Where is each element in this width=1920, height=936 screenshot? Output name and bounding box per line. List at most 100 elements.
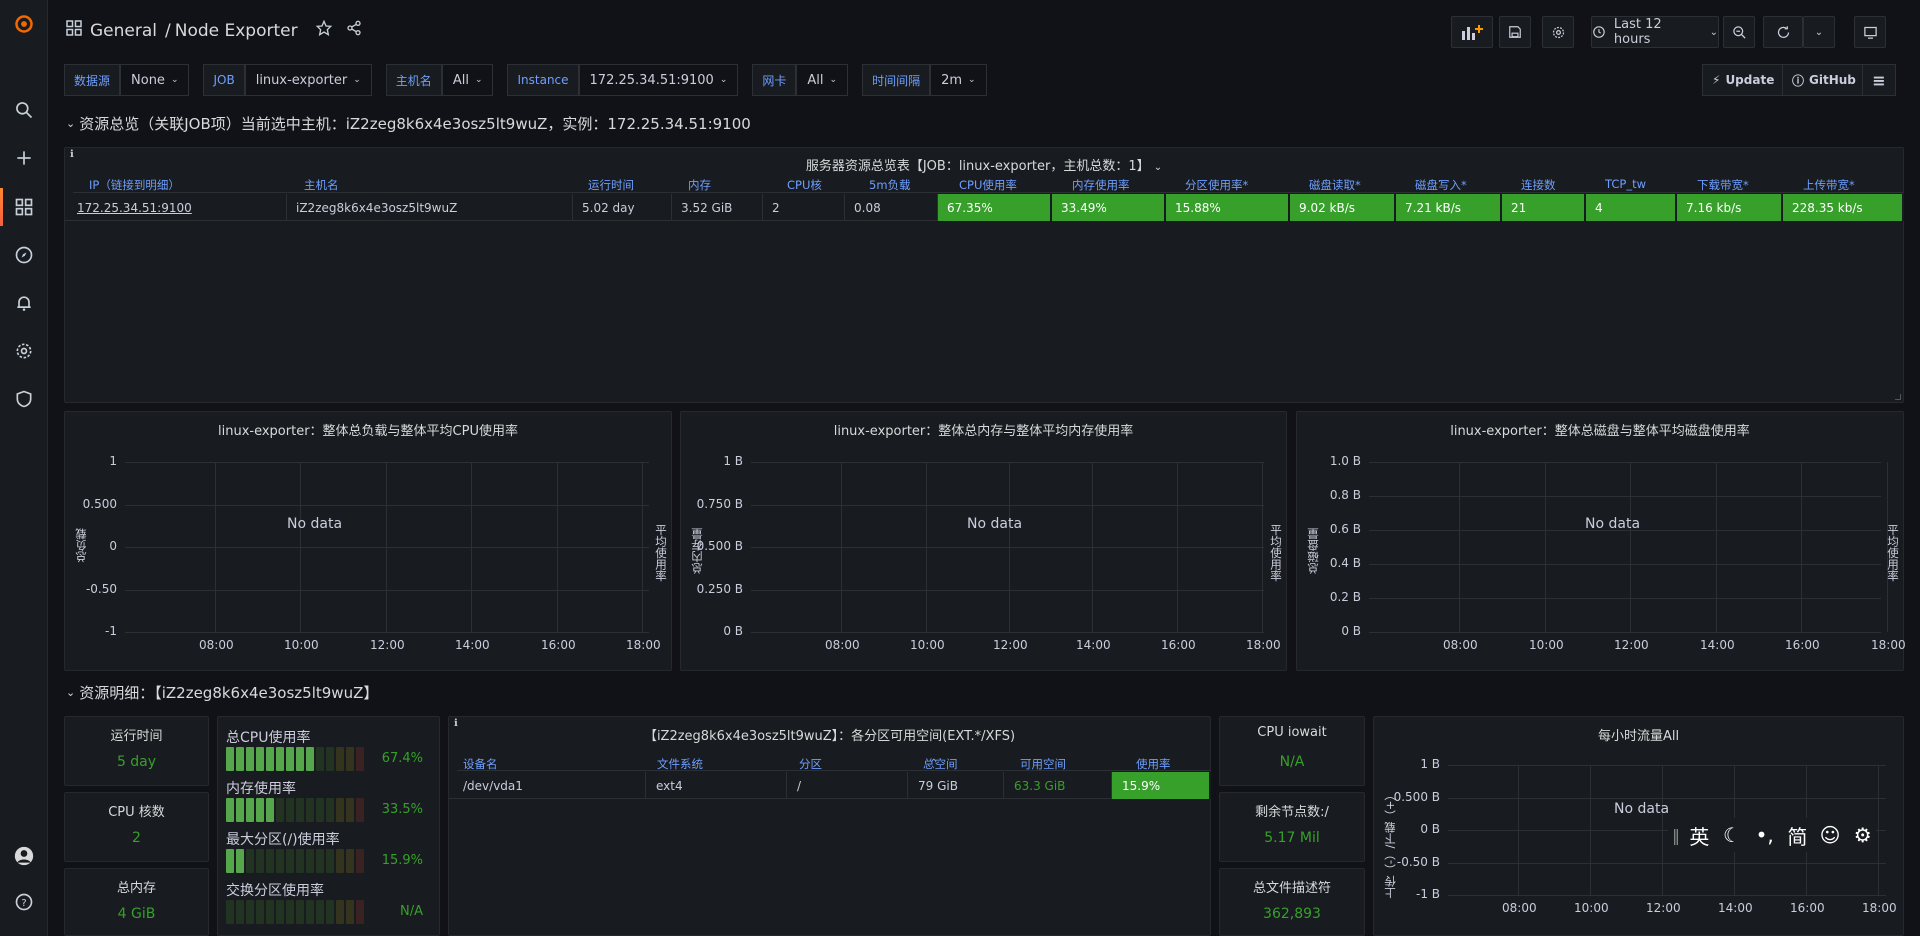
ime-simplified-button[interactable]: 简 bbox=[1784, 821, 1811, 850]
y-tick-label: 0.2 B bbox=[1329, 590, 1361, 604]
column-header[interactable]: 连接数 bbox=[1521, 177, 1556, 193]
breadcrumb-folder[interactable]: General bbox=[90, 21, 157, 41]
panel-title[interactable]: linux-exporter：整体总负载与整体平均CPU使用率 bbox=[65, 420, 671, 439]
row-detail-header[interactable]: ⌄ 资源明细：【iZ2zeg8k6x4e3osz5lt9wuZ】 bbox=[66, 682, 378, 703]
graph-panel: linux-exporter：整体总内存与整体平均内存使用率 1 B 0.750 B… bbox=[680, 411, 1287, 671]
chevron-down-icon: ⌄ bbox=[474, 75, 483, 85]
cell-text: 67.35% bbox=[947, 200, 993, 215]
grid-line bbox=[1009, 462, 1010, 632]
save-button[interactable] bbox=[1499, 16, 1531, 48]
stat-value: 5.17 Mil bbox=[1264, 830, 1320, 846]
bar-gauge-cells bbox=[226, 747, 364, 771]
x-tick-label: 08:00 bbox=[825, 638, 860, 652]
row-overview-header[interactable]: ⌄ 资源总览（关联JOB项）当前选中主机：iZ2zeg8k6x4e3osz5lt… bbox=[66, 113, 751, 134]
star-icon[interactable] bbox=[315, 19, 332, 41]
grafana-logo-icon[interactable] bbox=[12, 12, 36, 36]
column-header[interactable]: TCP_tw bbox=[1605, 177, 1646, 191]
ime-lang-button[interactable]: 英 bbox=[1686, 821, 1713, 850]
plus-icon[interactable] bbox=[12, 146, 36, 170]
refresh-button[interactable] bbox=[1763, 16, 1803, 48]
table-cell: 2 bbox=[763, 194, 845, 221]
grid-line bbox=[751, 505, 1264, 506]
column-header[interactable]: CPU使用率 bbox=[959, 177, 1017, 193]
grid-line bbox=[1459, 462, 1460, 632]
column-header-text: 分区 bbox=[799, 757, 822, 771]
column-header[interactable]: 磁盘读取* bbox=[1309, 177, 1361, 193]
column-header[interactable]: 磁盘写入* bbox=[1415, 177, 1467, 193]
dashboard-title[interactable]: Node Exporter bbox=[175, 21, 298, 41]
var-select-interval[interactable]: 2m ⌄ bbox=[930, 64, 987, 96]
column-header[interactable]: 分区使用率* bbox=[1185, 177, 1248, 193]
bar-gauge-cell bbox=[266, 747, 274, 771]
refresh-interval-dropdown[interactable]: ⌄ bbox=[1803, 16, 1835, 48]
column-header[interactable]: IP（链接到明细） bbox=[89, 177, 180, 193]
var-select-nic[interactable]: All ⌄ bbox=[796, 64, 849, 96]
avatar[interactable] bbox=[12, 844, 36, 868]
grid-line bbox=[1448, 895, 1886, 896]
update-link[interactable]: ⚡ Update bbox=[1702, 64, 1785, 96]
panel-title[interactable]: 每小时流量All bbox=[1374, 725, 1903, 744]
var-select-job[interactable]: linux-exporter ⌄ bbox=[244, 64, 372, 96]
bar-gauge-label: 交换分区使用率 bbox=[226, 883, 324, 899]
graph-plot-area[interactable] bbox=[1369, 462, 1888, 633]
var-select-instance[interactable]: 172.25.34.51:9100 ⌄ bbox=[578, 64, 739, 96]
bar-gauge-cell bbox=[226, 849, 234, 873]
y-tick-label: 0.750 B bbox=[696, 497, 743, 511]
panel-title[interactable]: 【iZ2zeg8k6x4e3osz5lt9wuZ】：各分区可用空间(EXT.*/… bbox=[449, 725, 1210, 744]
dashboards-icon[interactable] bbox=[12, 195, 36, 219]
graph-plot-area[interactable] bbox=[751, 462, 1264, 633]
moon-icon[interactable]: ☾ bbox=[1719, 823, 1746, 847]
cell-text: 15.88% bbox=[1175, 200, 1221, 215]
bar-gauge-cell bbox=[236, 798, 244, 822]
column-header-text: 文件系统 bbox=[657, 757, 703, 771]
help-icon[interactable]: ? bbox=[12, 890, 36, 914]
tv-mode-button[interactable] bbox=[1854, 16, 1886, 48]
emoji-icon[interactable]: ☺ bbox=[1817, 823, 1844, 847]
shield-icon[interactable] bbox=[12, 387, 36, 411]
column-header[interactable]: 主机名 bbox=[304, 177, 339, 193]
zoom-out-button[interactable] bbox=[1723, 16, 1755, 48]
resize-handle-icon[interactable] bbox=[1895, 394, 1901, 400]
breadcrumb-separator: / bbox=[165, 20, 171, 41]
no-data-label: No data bbox=[287, 516, 343, 532]
var-select-hostname[interactable]: All ⌄ bbox=[441, 64, 494, 96]
compass-icon[interactable] bbox=[12, 243, 36, 267]
column-header[interactable]: 运行时间 bbox=[588, 177, 634, 193]
ip-link[interactable]: 172.25.34.51:9100 bbox=[65, 194, 287, 221]
chevron-down-icon: ⌄ bbox=[1709, 26, 1718, 38]
share-icon[interactable] bbox=[346, 20, 362, 41]
settings-button[interactable] bbox=[1542, 16, 1574, 48]
column-header[interactable]: 下载带宽* bbox=[1697, 177, 1749, 193]
menu-button[interactable]: ≡ bbox=[1862, 64, 1896, 96]
y-tick-label: -0.50 B bbox=[1396, 855, 1440, 869]
add-panel-button[interactable] bbox=[1451, 16, 1493, 48]
time-picker[interactable]: Last 12 hours ⌄ bbox=[1591, 16, 1719, 48]
graph-plot-area[interactable] bbox=[125, 462, 649, 633]
column-header[interactable]: 内存使用率 bbox=[1072, 177, 1130, 193]
bell-icon[interactable] bbox=[12, 291, 36, 315]
bar-gauge-cell bbox=[326, 747, 334, 771]
grid-line bbox=[751, 547, 1264, 548]
search-icon[interactable] bbox=[12, 98, 36, 122]
y-axis-right-title: 平均使用率 bbox=[1886, 524, 1900, 582]
grid-line bbox=[751, 462, 1264, 463]
settings-icon[interactable]: ⚙ bbox=[1849, 823, 1876, 847]
cell-text: 79 GiB bbox=[918, 778, 958, 793]
column-header[interactable]: 内存 bbox=[688, 177, 711, 193]
y-tick-label: 0 bbox=[109, 539, 117, 553]
panel-title[interactable]: linux-exporter：整体总内存与整体平均内存使用率 bbox=[681, 420, 1286, 439]
gear-icon[interactable] bbox=[12, 339, 36, 363]
cell-text: 21 bbox=[1511, 200, 1527, 215]
x-tick-label: 12:00 bbox=[1646, 901, 1681, 915]
panel-title[interactable]: linux-exporter：整体总磁盘与整体平均磁盘使用率 bbox=[1297, 420, 1903, 439]
var-select-datasource[interactable]: None ⌄ bbox=[120, 64, 190, 96]
column-header[interactable]: 上传带宽* bbox=[1803, 177, 1855, 193]
panel-title[interactable]: 服务器资源总览表【JOB：linux-exporter，主机总数：1】 ⌄ bbox=[65, 155, 1903, 174]
column-header-text: 使用率 bbox=[1136, 757, 1171, 771]
grid-line bbox=[1630, 462, 1631, 632]
punctuation-icon[interactable]: •, bbox=[1751, 823, 1778, 847]
grid-line bbox=[471, 462, 472, 632]
github-link[interactable]: ⓘ GitHub bbox=[1782, 64, 1866, 96]
column-header[interactable]: CPU核 bbox=[787, 177, 822, 193]
column-header[interactable]: 5m负载 bbox=[869, 177, 911, 193]
